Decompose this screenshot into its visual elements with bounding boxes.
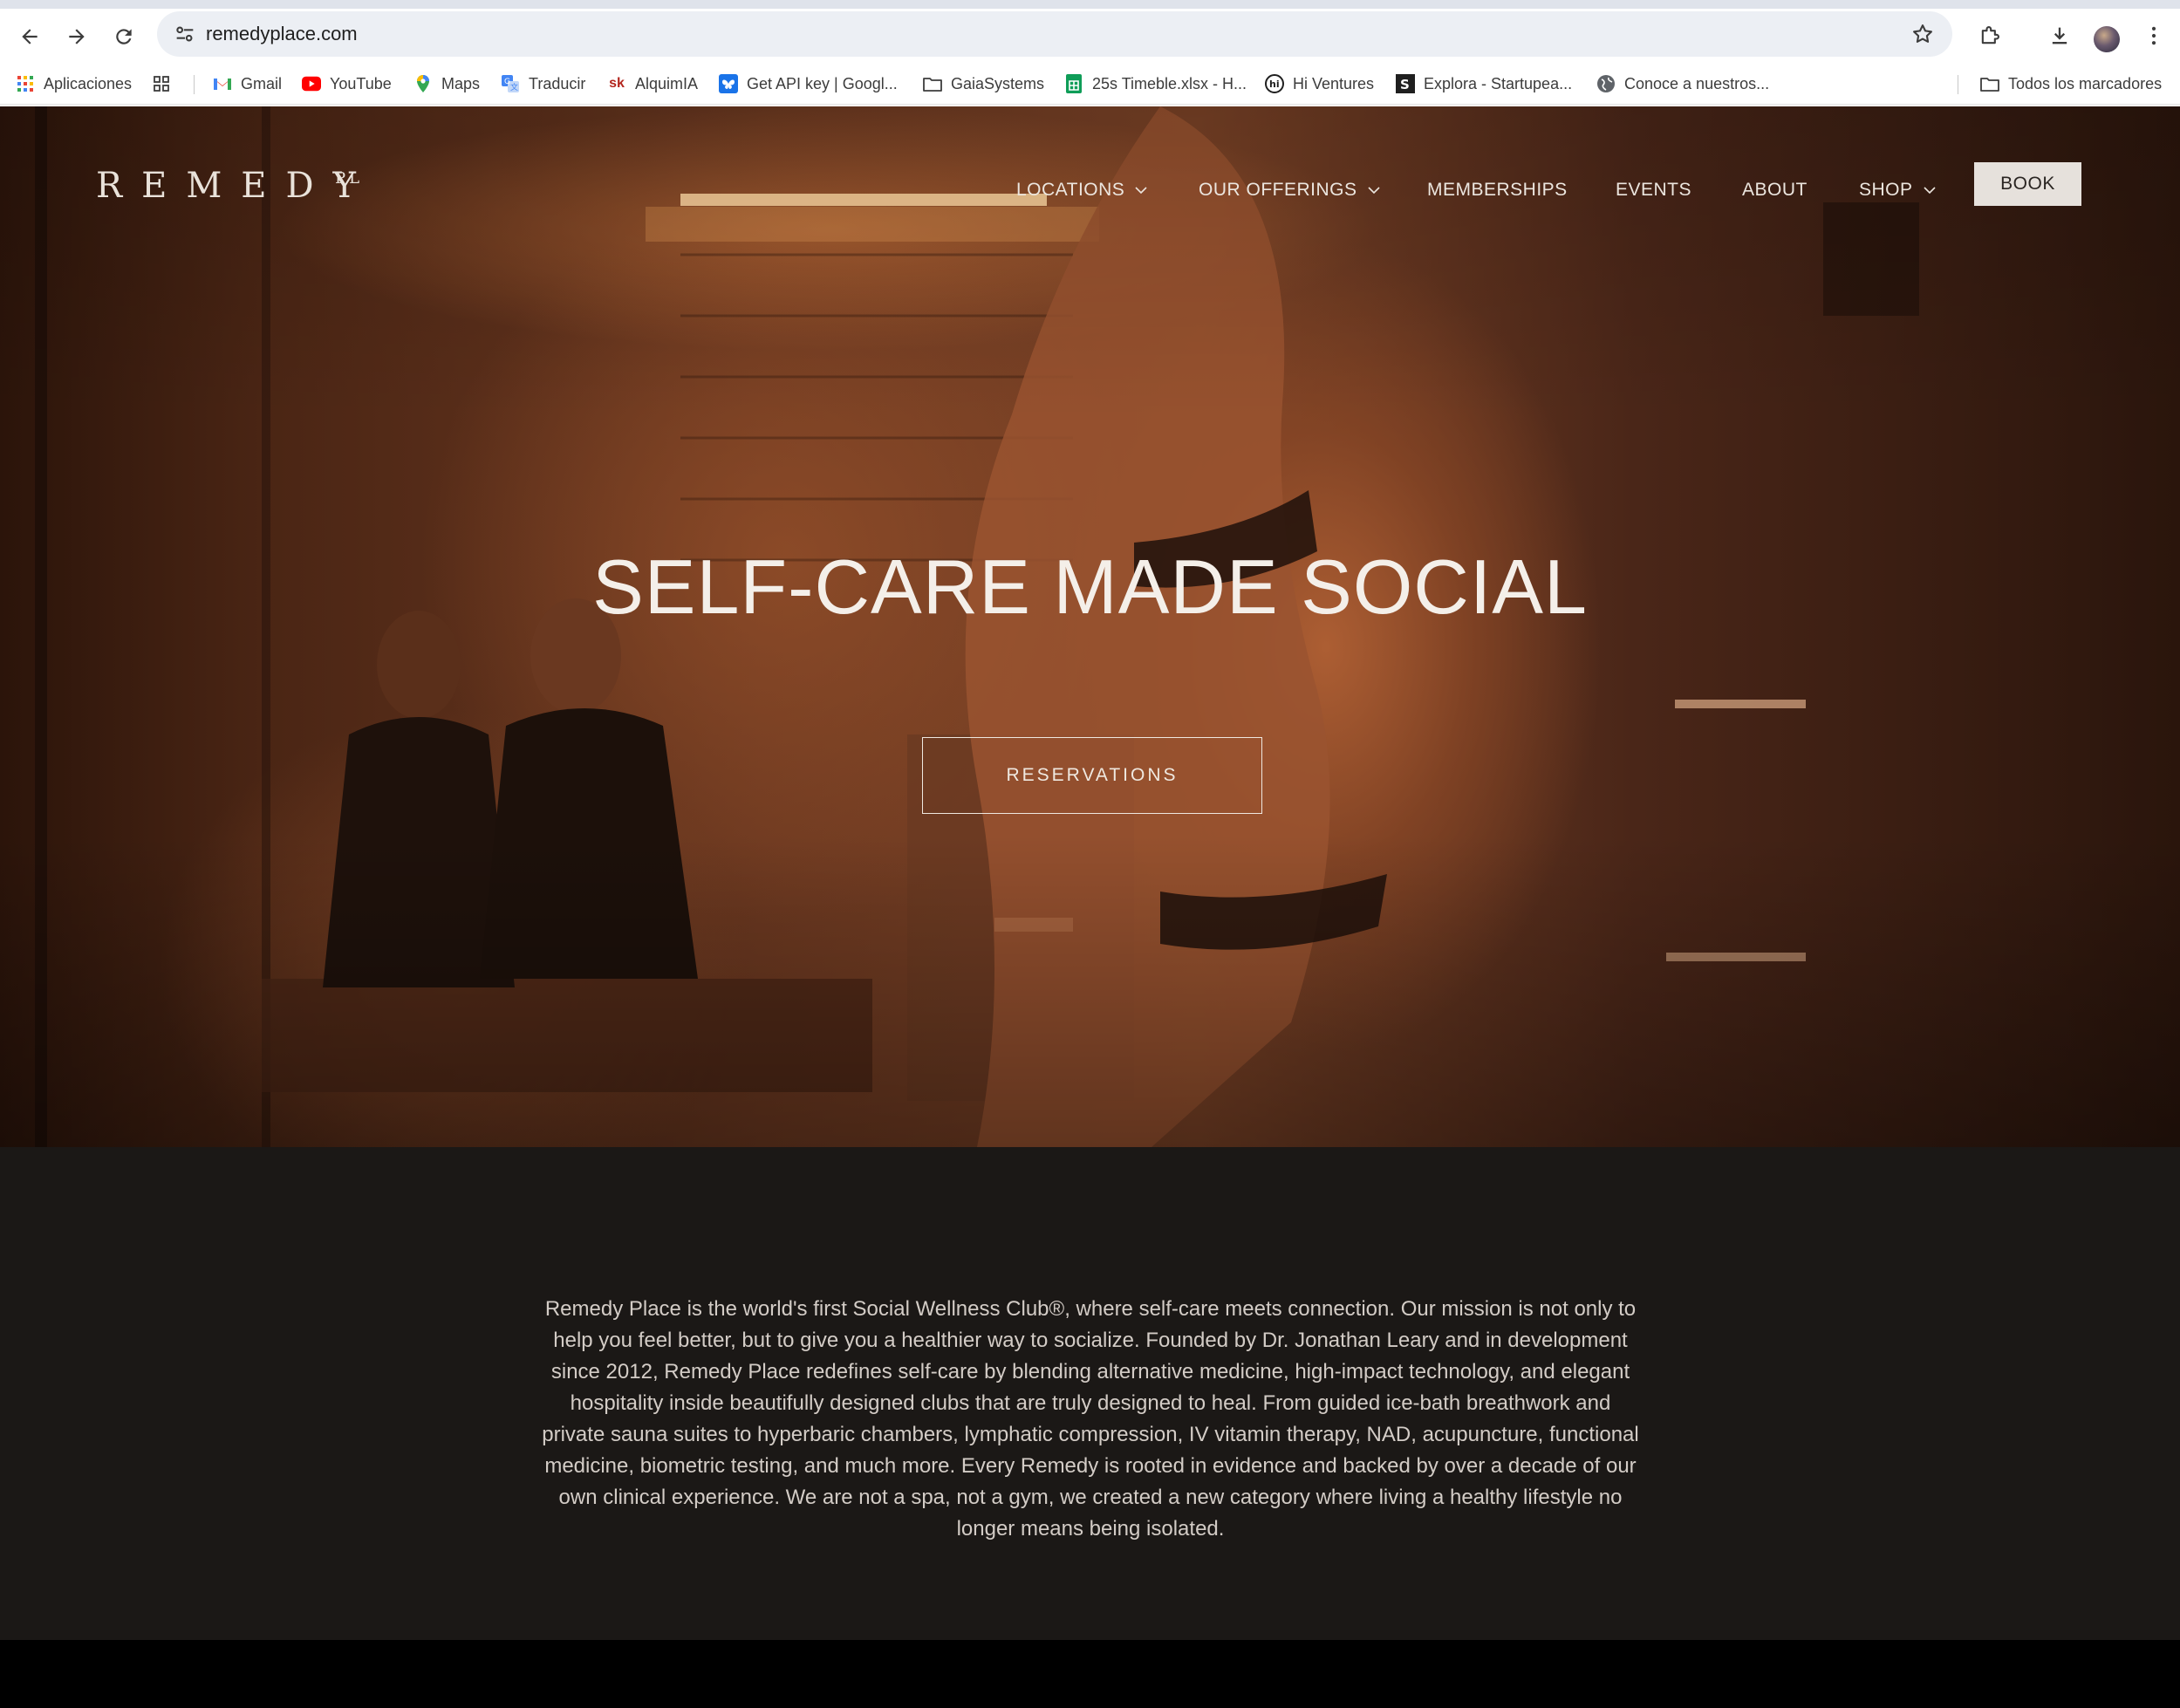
nav-about[interactable]: ABOUT xyxy=(1742,173,1808,208)
nav-locations[interactable]: LOCATIONS xyxy=(1016,173,1147,208)
tab-groups-icon xyxy=(152,74,171,93)
reload-icon xyxy=(116,29,132,44)
nav-label: OUR OFFERINGS xyxy=(1199,180,1357,200)
menu-button[interactable] xyxy=(2139,21,2169,51)
nav-our-offerings[interactable]: OUR OFFERINGS xyxy=(1199,173,1380,208)
next-section-edge xyxy=(0,1640,2180,1708)
chevron-down-icon xyxy=(1135,187,1147,195)
maps-icon xyxy=(413,74,433,93)
bookmark-aplicaciones[interactable]: Aplicaciones xyxy=(16,63,132,105)
bookmark-label: Aplicaciones xyxy=(44,74,133,92)
site-info-icon[interactable] xyxy=(173,22,197,46)
puzzle-icon xyxy=(1981,26,1999,44)
bookmark-get-api-key[interactable]: Get API key | Googl... xyxy=(719,63,898,105)
about-paragraph: Remedy Place is the world's first Social… xyxy=(542,1297,1639,1541)
bookmark-label: YouTube xyxy=(330,74,392,92)
bookmark-label: Get API key | Googl... xyxy=(747,74,898,92)
bookmark-star-icon[interactable] xyxy=(1910,22,1935,46)
hero-title: SELF-CARE MADE SOCIAL xyxy=(592,543,1588,630)
folder-icon xyxy=(1980,74,1999,93)
about-section: Remedy Place is the world's first Social… xyxy=(0,1147,2180,1640)
nav-label: LOCATIONS xyxy=(1016,180,1125,200)
hi-icon: hi xyxy=(1265,74,1284,93)
nav-label: MEMBERSHIPS xyxy=(1427,180,1568,200)
toolbar: remedyplace.com xyxy=(0,9,2180,63)
nav-label: ABOUT xyxy=(1742,180,1808,200)
reload-button[interactable] xyxy=(108,21,140,52)
bookmark-label: AlquimIA xyxy=(635,74,699,92)
s-icon: S xyxy=(1396,74,1415,93)
kebab-menu-icon xyxy=(2151,26,2156,45)
tab-groups-button[interactable] xyxy=(152,63,180,105)
nav-label: EVENTS xyxy=(1616,180,1692,200)
gmail-icon xyxy=(213,74,232,93)
all-bookmarks-folder[interactable]: Todos los marcadores xyxy=(1980,63,2162,105)
bookmark-gaiasystems[interactable]: GaiaSystems xyxy=(923,63,1044,105)
bookmark-conoce[interactable]: Conoce a nuestros... xyxy=(1596,63,1769,105)
bookmark-gmail[interactable]: Gmail xyxy=(213,63,282,105)
bookmark-hi-ventures[interactable]: hi Hi Ventures xyxy=(1265,63,1374,105)
chevron-down-icon xyxy=(1367,187,1380,195)
back-button[interactable] xyxy=(14,21,45,52)
translate-icon: G文 xyxy=(501,74,520,93)
browser-chrome: remedyplace.com Aplicaciones Gmail YouTu… xyxy=(0,0,2180,106)
bookmark-traducir[interactable]: G文 Traducir xyxy=(501,63,585,105)
bookmark-label: GaiaSystems xyxy=(951,74,1045,92)
bookmark-label: 25s Timeble.xlsx - H... xyxy=(1092,74,1247,92)
hero-section: REMEDY PL LOCATIONS OUR OFFERINGS MEMBER… xyxy=(0,106,2180,1147)
nav-memberships[interactable]: MEMBERSHIPS xyxy=(1427,173,1568,208)
apps-grid-icon xyxy=(16,74,35,93)
bookmark-timeble[interactable]: 25s Timeble.xlsx - H... xyxy=(1064,63,1247,105)
bookmark-label: Explora - Startupea... xyxy=(1424,74,1573,92)
arrow-left-icon xyxy=(22,29,38,44)
forward-button[interactable] xyxy=(61,21,92,52)
bookmarks-divider xyxy=(194,75,195,94)
bookmark-maps[interactable]: Maps xyxy=(413,63,480,105)
svg-text:G: G xyxy=(504,78,510,86)
bookmark-label: Todos los marcadores xyxy=(2008,74,2163,92)
tab-strip xyxy=(0,0,2180,9)
extensions-button[interactable] xyxy=(1975,21,2005,51)
reservations-button[interactable]: RESERVATIONS xyxy=(922,737,1262,814)
globe-icon xyxy=(1596,74,1616,93)
svg-text:S: S xyxy=(1400,77,1410,92)
downloads-button[interactable] xyxy=(2045,21,2074,51)
book-button[interactable]: BOOK xyxy=(1974,162,2081,206)
profile-avatar[interactable] xyxy=(2094,26,2120,52)
nav-label: SHOP xyxy=(1859,180,1913,200)
bookmark-youtube[interactable]: YouTube xyxy=(302,63,392,105)
svg-text:hi: hi xyxy=(1269,79,1280,90)
bookmark-label: Conoce a nuestros... xyxy=(1624,74,1770,92)
site-logo-superscript: PL xyxy=(335,169,364,188)
youtube-icon xyxy=(302,74,321,93)
url-text[interactable]: remedyplace.com xyxy=(206,22,358,46)
bookmark-label: Traducir xyxy=(529,74,586,92)
address-bar[interactable]: remedyplace.com xyxy=(157,11,1952,57)
svg-text:文: 文 xyxy=(510,82,518,92)
chevron-down-icon xyxy=(1923,187,1936,195)
sk-icon: sk xyxy=(609,76,625,91)
butterfly-icon xyxy=(719,74,738,93)
sheets-icon xyxy=(1064,74,1083,93)
bookmark-explora[interactable]: S Explora - Startupea... xyxy=(1396,63,1572,105)
nav-events[interactable]: EVENTS xyxy=(1616,173,1691,208)
bookmark-alquimia[interactable]: sk AlquimIA xyxy=(607,63,698,105)
bookmark-label: Gmail xyxy=(241,74,283,92)
download-icon xyxy=(2052,27,2067,44)
folder-icon xyxy=(923,74,942,93)
nav-shop[interactable]: SHOP xyxy=(1859,173,1936,208)
arrow-right-icon xyxy=(69,29,85,44)
bookmark-label: Maps xyxy=(441,74,481,92)
bookmark-label: Hi Ventures xyxy=(1293,74,1375,92)
site-logo[interactable]: REMEDY xyxy=(96,166,375,206)
bookmarks-bar: Aplicaciones Gmail YouTube Maps G 文 Trad… xyxy=(0,63,2180,105)
